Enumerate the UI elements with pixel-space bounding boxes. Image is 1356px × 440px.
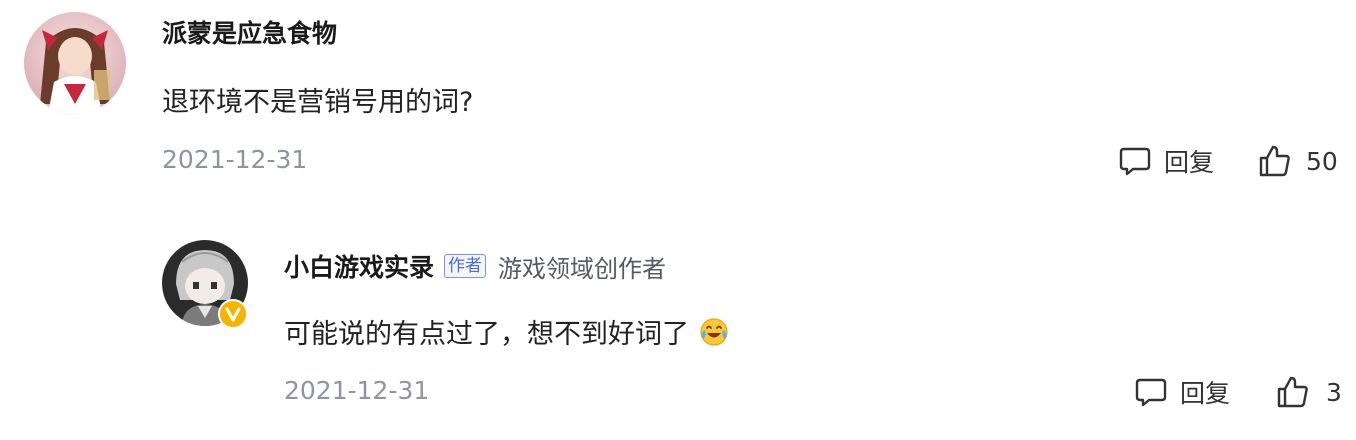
comment-date: 2021-12-31 xyxy=(284,376,430,405)
like-count: 50 xyxy=(1306,146,1338,176)
speech-bubble-icon xyxy=(1118,144,1152,178)
reply-item: 小白游戏实录 作者 游戏领域创作者 可能说的有点过了，想不到好词了 2021-1… xyxy=(0,200,1356,440)
avatar[interactable] xyxy=(24,12,126,114)
thumbs-up-icon xyxy=(1258,144,1292,178)
thumbs-up-icon xyxy=(1276,375,1310,409)
reply-button[interactable]: 回复 xyxy=(1134,372,1230,412)
comment-text-row: 可能说的有点过了，想不到好词了 xyxy=(284,312,729,351)
speech-bubble-icon xyxy=(1134,375,1168,409)
comment-text: 可能说的有点过了，想不到好词了 xyxy=(284,319,689,350)
username[interactable]: 小白游戏实录 xyxy=(284,248,434,284)
comment-item: 派蒙是应急食物 退环境不是营销号用的词? 2021-12-31 回复 50 xyxy=(0,0,1356,200)
verified-badge-icon xyxy=(218,299,248,329)
avatar-container[interactable] xyxy=(162,240,248,330)
username[interactable]: 派蒙是应急食物 xyxy=(162,14,337,50)
laugh-cry-emoji-icon xyxy=(699,317,729,347)
author-tag: 作者 xyxy=(444,254,487,278)
like-count: 3 xyxy=(1326,377,1342,407)
like-button[interactable]: 50 xyxy=(1258,142,1338,180)
comment-text: 退环境不是营销号用的词? xyxy=(162,87,474,118)
comment-date: 2021-12-31 xyxy=(162,145,308,174)
reply-header: 小白游戏实录 作者 游戏领域创作者 xyxy=(284,248,666,284)
reply-label: 回复 xyxy=(1164,148,1215,177)
creator-title: 游戏领域创作者 xyxy=(498,254,667,283)
reply-button[interactable]: 回复 xyxy=(1118,142,1214,180)
reply-label: 回复 xyxy=(1180,379,1231,408)
like-button[interactable]: 3 xyxy=(1276,372,1342,412)
